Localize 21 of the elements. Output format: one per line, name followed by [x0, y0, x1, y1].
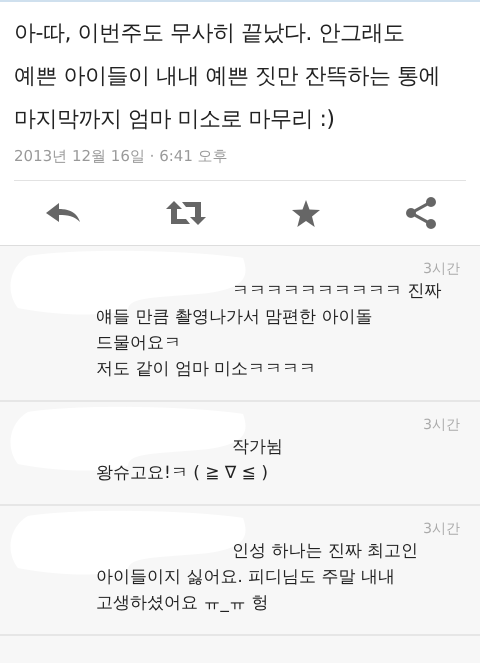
reply-text-line: 저도 같이 엄마 미소ㅋㅋㅋㅋ	[96, 358, 318, 381]
reply-text-line: 고생하셨어요 ㅠ_ㅠ 헝	[96, 592, 270, 615]
star-icon	[292, 200, 320, 226]
reply-text-line: 드물어요ㅋ	[96, 332, 182, 355]
reply-card[interactable]: 3시간 ㅋㅋㅋㅋㅋㅋㅋㅋㅋㅋ 진짜 얘들 만큼 촬영나가서 맘편한 아이돌 드물어요ㅋ 저도 같이 엄마 미소ㅋㅋㅋㅋ	[0, 246, 480, 402]
reply-text-line: 얘들 만큼 촬영나가서 맘편한 아이돌	[96, 306, 374, 329]
reply-card[interactable]: 3시간 작가뉨 왕슈고요!ㅋ ( ≧ ∇ ≦ )	[0, 402, 480, 506]
retweet-icon	[166, 200, 206, 226]
reply-text-line: 인성 하나는 진짜 최고인	[232, 540, 420, 563]
reply-text-line: 작가뉨	[232, 436, 284, 459]
reply-icon	[46, 202, 80, 224]
reply-text-line: ㅋㅋㅋㅋㅋㅋㅋㅋㅋㅋ 진짜	[232, 280, 442, 303]
reply-text-line: 아이들이지 싫어요. 피디님도 주말 내내	[96, 566, 396, 589]
reply-text-line: 왕슈고요!ㅋ ( ≧ ∇ ≦ )	[96, 462, 269, 485]
reply-time: 3시간	[422, 260, 460, 278]
reply-card[interactable]: 3시간 인성 하나는 진짜 최고인 아이들이지 싫어요. 피디님도 주말 내내 고생하셨어요 ㅠ_ㅠ 헝	[0, 506, 480, 636]
tweet-text: 아-따, 이번주도 무사히 끝났다. 안그래도 예쁜 아이들이 내내 예쁜 짓만 잔뜩하는 통에 마지막까지 엄마 미소로 마무리 :)	[14, 20, 441, 134]
reply-time: 3시간	[422, 520, 460, 538]
tweet-timestamp: 2013년 12월 16일 · 6:41 오후	[14, 147, 466, 181]
share-icon	[406, 197, 436, 229]
reply-time: 3시간	[422, 416, 460, 434]
